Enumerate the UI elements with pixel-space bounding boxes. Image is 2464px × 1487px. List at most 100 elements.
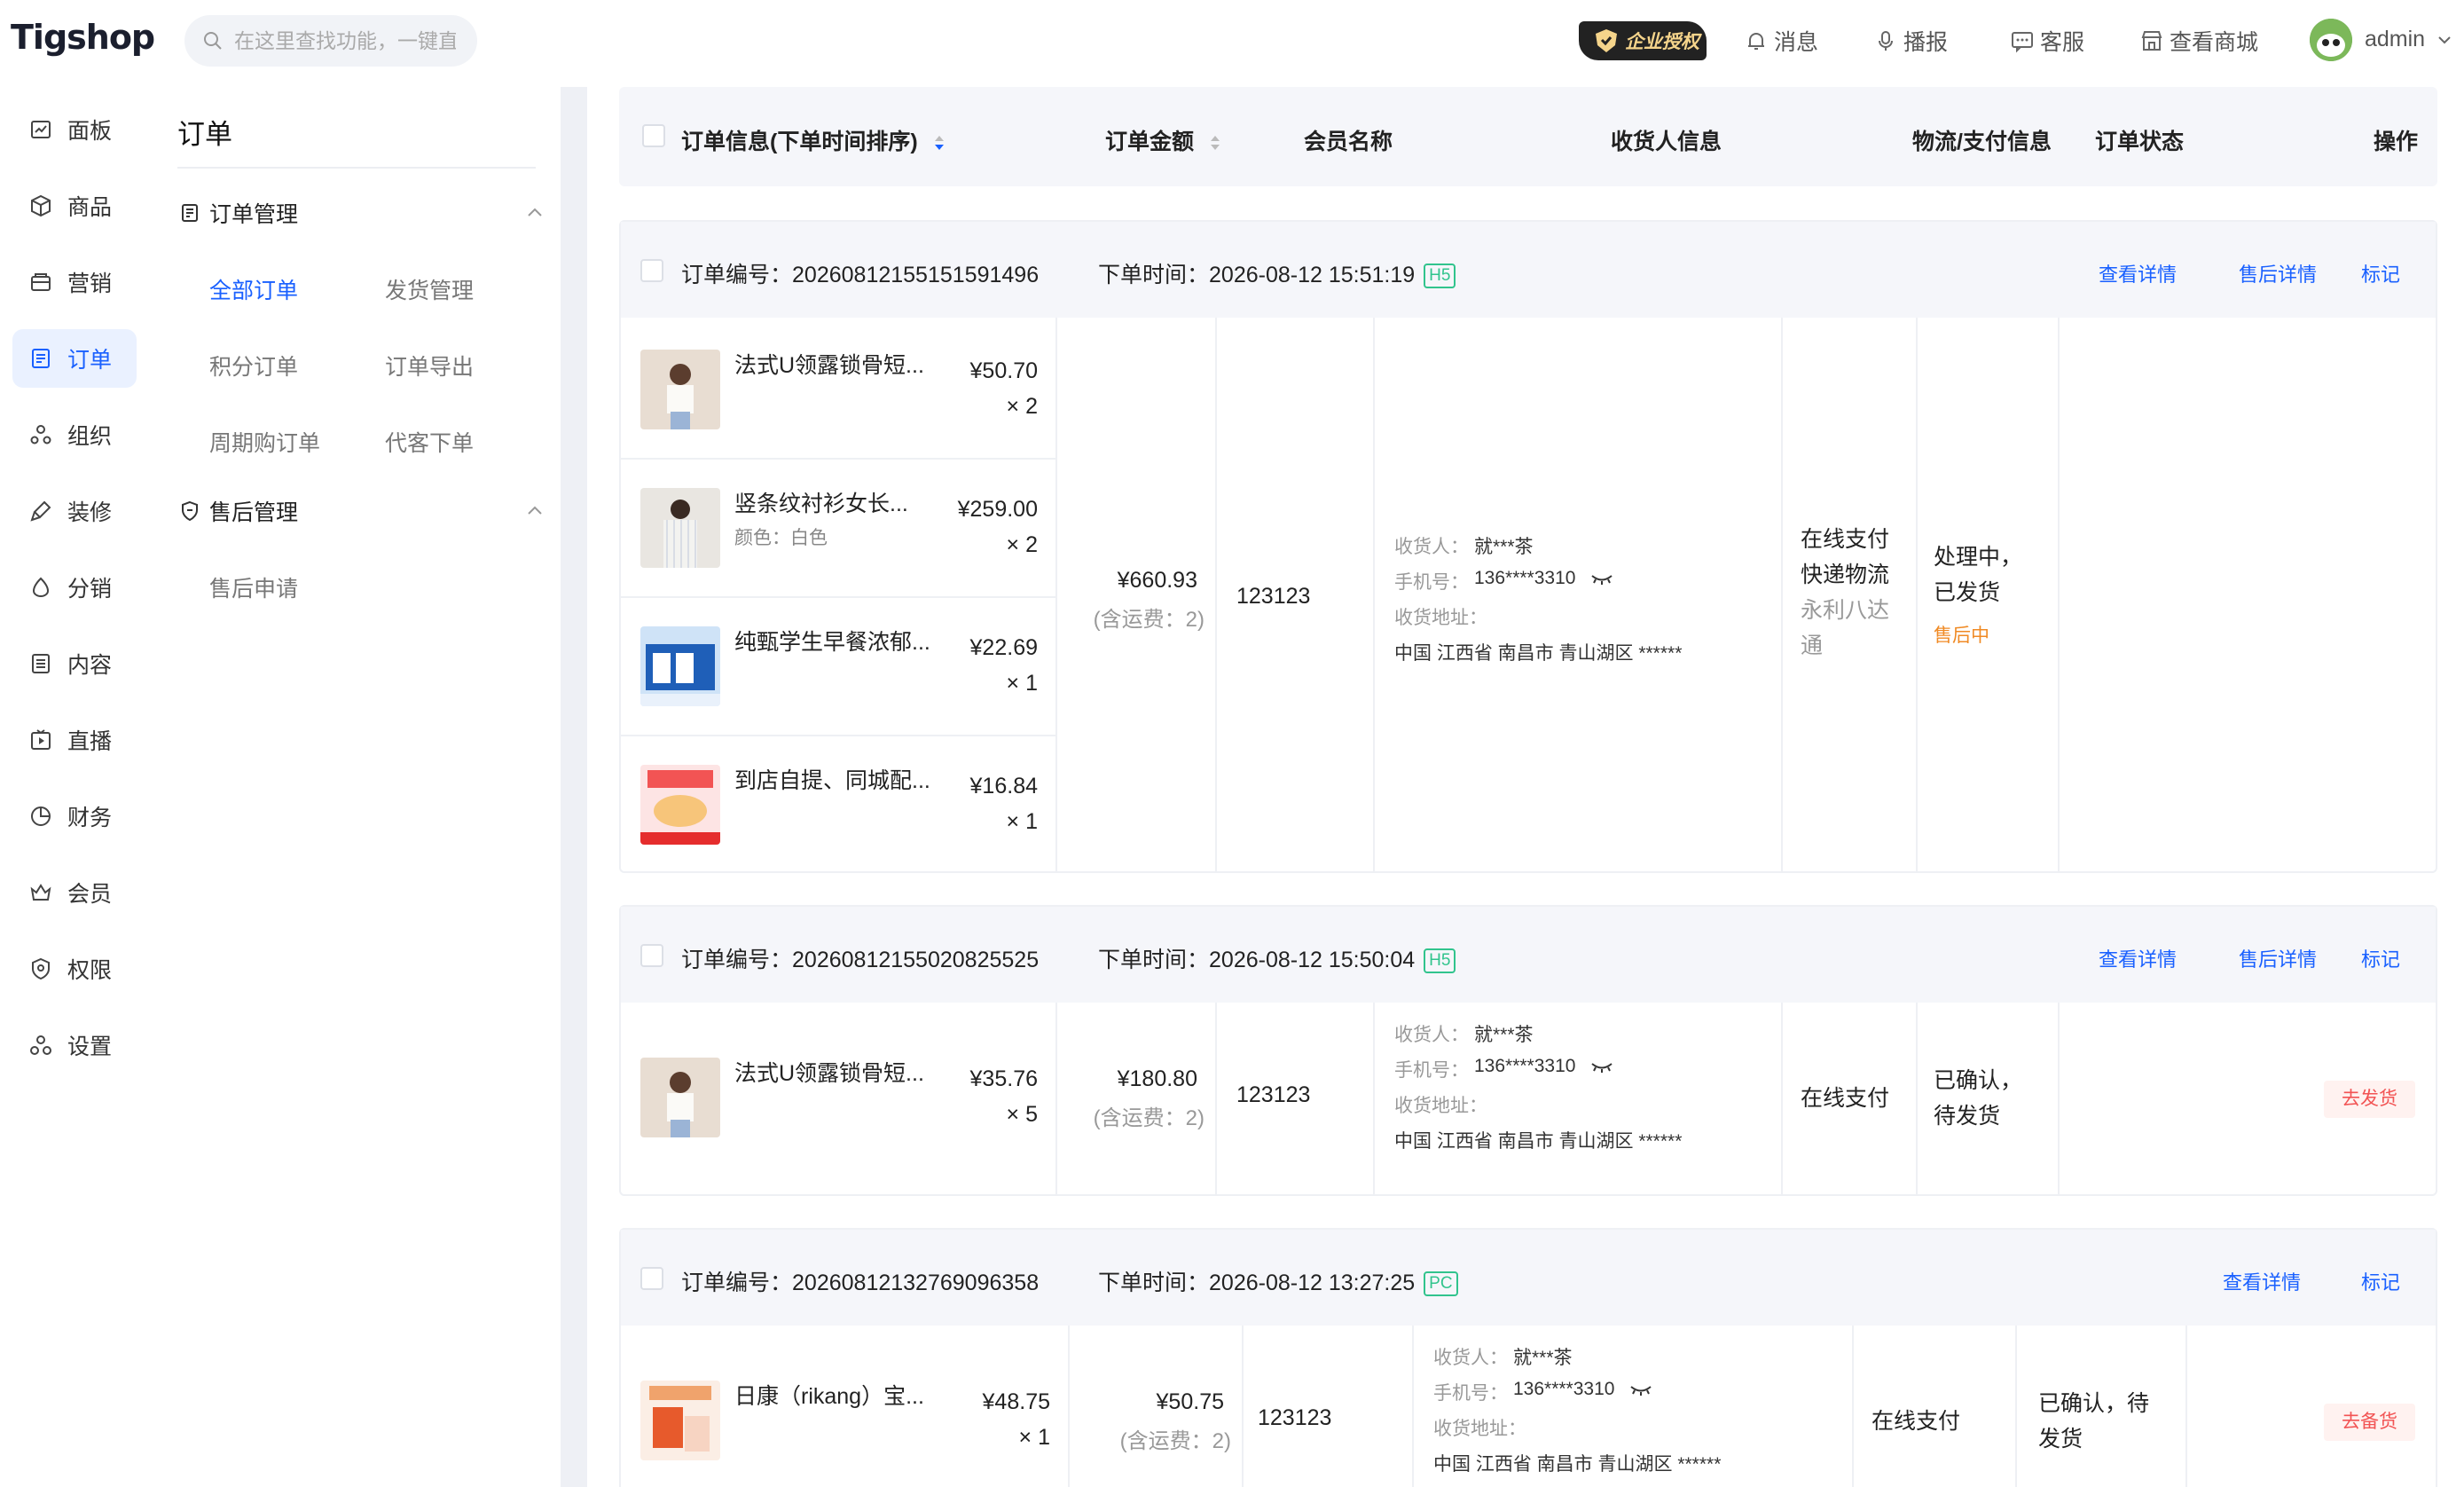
sublink-all-orders[interactable]: 全部订单 <box>209 273 298 305</box>
rail-item-marketing[interactable]: 营销 <box>12 253 137 311</box>
order-card: 订单编号：20260812132769096358 下单时间：2026-08-1… <box>619 1228 2437 1487</box>
rail-item-live[interactable]: 直播 <box>12 711 137 769</box>
receiver-phone: 136****3310 <box>1474 1056 1614 1077</box>
header-amount[interactable]: 订单金额 <box>1105 124 1221 156</box>
product-name[interactable]: 竖条纹衬衫女长... <box>734 486 908 518</box>
org-icon <box>30 425 51 445</box>
sublink-shipping[interactable]: 发货管理 <box>385 273 474 305</box>
aftersale-detail-link[interactable]: 售后详情 <box>2239 944 2317 972</box>
rail-label: 内容 <box>67 653 113 678</box>
header-order-info[interactable]: 订单信息(下单时间排序) <box>681 124 946 156</box>
receiver-label: 收货人： <box>1433 1348 1508 1368</box>
search-box[interactable] <box>184 15 477 67</box>
user-menu[interactable]: admin <box>2365 27 2452 52</box>
aftersale-detail-link[interactable]: 售后详情 <box>2239 259 2317 287</box>
divider <box>2185 1326 2187 1487</box>
order-checkbox[interactable] <box>640 944 663 967</box>
rail-label: 财务 <box>67 806 113 830</box>
primary-sidebar: 面板 商品 营销 订单 组织 装修 分销 内容 直播 财务 会员 权限 设置 <box>0 87 153 1487</box>
sublink-place-for-customer[interactable]: 代客下单 <box>385 426 474 458</box>
product-name[interactable]: 纯甄学生早餐浓郁... <box>734 625 930 657</box>
sublink-points-orders[interactable]: 积分订单 <box>209 350 298 382</box>
product-name[interactable]: 到店自提、同城配... <box>734 763 930 795</box>
avatar[interactable] <box>2310 19 2352 61</box>
brand-logo[interactable]: Tigshop <box>11 18 155 57</box>
rail-item-settings[interactable]: 设置 <box>12 1016 137 1074</box>
logistics-type: 快递物流 <box>1801 563 1890 587</box>
rail-item-content[interactable]: 内容 <box>12 634 137 693</box>
rail-item-distribution[interactable]: 分销 <box>12 558 137 617</box>
ship-button[interactable]: 去发货 <box>2324 1081 2415 1118</box>
topnav-broadcast[interactable]: 播报 <box>1873 25 1948 57</box>
product-thumbnail[interactable] <box>640 1058 720 1137</box>
view-detail-link[interactable]: 查看详情 <box>2099 259 2177 287</box>
receiver-phone: 136****3310 <box>1513 1379 1653 1400</box>
receiver-name: 就***茶 <box>1474 537 1534 557</box>
member-name[interactable]: 123123 <box>1258 1405 1331 1431</box>
mark-link[interactable]: 标记 <box>2361 944 2400 972</box>
product-name[interactable]: 法式U领露锁骨短... <box>734 348 924 380</box>
sublink-subscription-orders[interactable]: 周期购订单 <box>209 426 320 458</box>
box-icon <box>31 194 51 217</box>
topnav-service[interactable]: 客服 <box>2010 25 2084 57</box>
search-input[interactable] <box>234 28 456 53</box>
product-thumbnail[interactable] <box>640 765 720 845</box>
member-name[interactable]: 123123 <box>1236 584 1310 610</box>
order-icon <box>32 349 50 368</box>
live-icon <box>31 729 51 750</box>
sublink-order-export[interactable]: 订单导出 <box>385 350 474 382</box>
product-qty: × 1 <box>1006 809 1038 834</box>
product-name[interactable]: 法式U领露锁骨短... <box>734 1056 924 1088</box>
product-thumbnail[interactable] <box>640 350 720 429</box>
order-number: 订单编号：20260812155020825525 <box>681 948 1040 972</box>
product-thumbnail[interactable] <box>640 1381 720 1460</box>
settings-icon <box>30 1035 51 1055</box>
eye-closed-icon[interactable] <box>1628 1382 1653 1397</box>
auth-badge-label: 企业授权 <box>1625 32 1699 52</box>
product-qty: × 1 <box>1006 671 1038 696</box>
enterprise-auth-badge[interactable]: 企业授权 <box>1579 21 1707 60</box>
order-status: 已确认，待发货 <box>2038 1391 2150 1452</box>
prepare-stock-button[interactable]: 去备货 <box>2324 1404 2415 1441</box>
product-name[interactable]: 日康（rikang）宝... <box>734 1379 924 1411</box>
header-receiver: 收货人信息 <box>1611 130 1722 154</box>
topnav-label: 播报 <box>1903 30 1949 55</box>
order-amount: ¥180.80 <box>1117 1066 1197 1091</box>
rail-item-goods[interactable]: 商品 <box>12 177 137 235</box>
product-thumbnail[interactable] <box>640 488 720 568</box>
order-card: 订单编号：20260812155020825525 下单时间：2026-08-1… <box>619 905 2437 1196</box>
mark-link[interactable]: 标记 <box>2361 259 2400 287</box>
eye-closed-icon[interactable] <box>1589 571 1614 586</box>
rail-item-member[interactable]: 会员 <box>12 863 137 922</box>
dashboard-icon <box>31 121 51 138</box>
permission-icon <box>32 957 50 980</box>
user-name: admin <box>2365 27 2426 51</box>
distribution-icon <box>32 577 50 597</box>
rail-item-decorate[interactable]: 装修 <box>12 482 137 540</box>
order-list-panel: 订单信息(下单时间排序) 订单金额 会员名称 收货人信息 物流/支付信息 订单状… <box>587 87 2464 1487</box>
order-checkbox[interactable] <box>640 259 663 282</box>
mark-link[interactable]: 标记 <box>2361 1267 2400 1295</box>
rail-item-org[interactable]: 组织 <box>12 405 137 464</box>
channel-tag: PC <box>1424 1271 1458 1296</box>
rail-item-finance[interactable]: 财务 <box>12 787 137 846</box>
topnav-messages[interactable]: 消息 <box>1744 25 1818 57</box>
receiver-name: 就***茶 <box>1513 1348 1573 1368</box>
view-detail-link[interactable]: 查看详情 <box>2223 1267 2301 1295</box>
product-price: ¥35.76 <box>969 1066 1038 1091</box>
group-order-management[interactable]: 订单管理 <box>179 197 543 229</box>
topnav-view-store[interactable]: 查看商城 <box>2139 25 2258 57</box>
member-name[interactable]: 123123 <box>1236 1082 1310 1108</box>
view-detail-link[interactable]: 查看详情 <box>2099 944 2177 972</box>
rail-item-permission[interactable]: 权限 <box>12 940 137 998</box>
product-thumbnail[interactable] <box>640 626 720 706</box>
sublink-aftersale-apply[interactable]: 售后申请 <box>209 571 298 603</box>
order-checkbox[interactable] <box>640 1267 663 1290</box>
rail-item-orders[interactable]: 订单 <box>12 329 137 388</box>
rail-item-dashboard[interactable]: 面板 <box>12 100 137 159</box>
eye-closed-icon[interactable] <box>1589 1059 1614 1074</box>
receiver-label: 收货人： <box>1394 537 1469 557</box>
group-aftersale-management[interactable]: 售后管理 <box>179 495 543 527</box>
select-all-checkbox[interactable] <box>642 124 665 147</box>
order-header: 订单编号：20260812155151591496 下单时间：2026-08-1… <box>621 222 2436 318</box>
